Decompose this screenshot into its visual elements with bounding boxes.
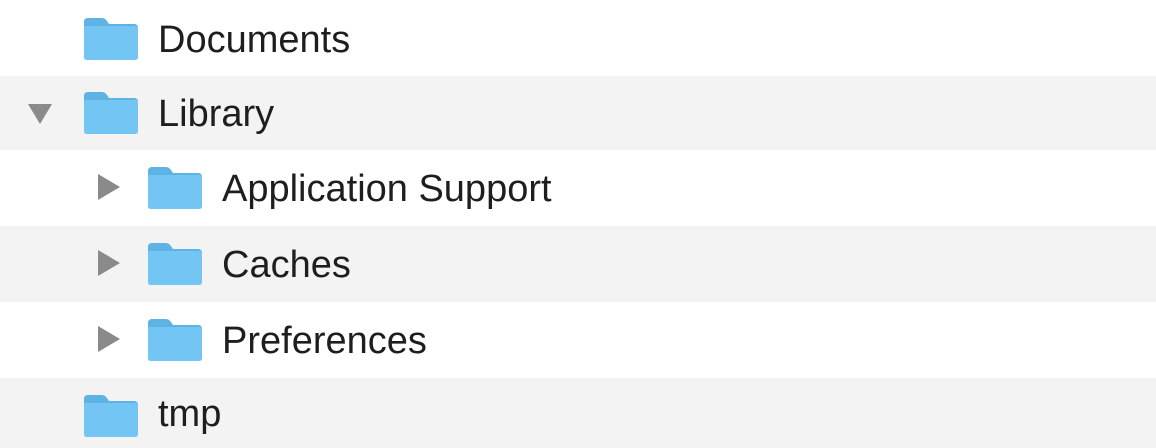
tree-row-preferences[interactable]: Preferences [0, 302, 1156, 378]
folder-icon [82, 393, 140, 439]
disclosure-triangle-right-icon[interactable] [98, 174, 120, 200]
tree-row-application-support[interactable]: Application Support [0, 150, 1156, 226]
tree-row-caches[interactable]: Caches [0, 226, 1156, 302]
folder-icon [146, 165, 204, 211]
folder-icon [146, 317, 204, 363]
tree-row-label: Caches [222, 244, 351, 286]
tree-row-library[interactable]: Library [0, 76, 1156, 150]
tree-row-label: Preferences [222, 320, 427, 362]
tree-row-tmp[interactable]: tmp [0, 378, 1156, 448]
folder-icon [82, 16, 140, 62]
disclosure-triangle-right-icon[interactable] [98, 326, 120, 352]
tree-row-documents[interactable]: Documents [0, 2, 1156, 76]
tree-row-label: tmp [158, 393, 222, 435]
disclosure-triangle-down-icon[interactable] [28, 104, 52, 124]
folder-icon [82, 90, 140, 136]
tree-row-label: Library [158, 93, 275, 135]
file-tree: Documents Library Application Support Ca… [0, 0, 1156, 448]
disclosure-triangle-right-icon[interactable] [98, 250, 120, 276]
tree-row-label: Documents [158, 19, 351, 61]
tree-row-label: Application Support [222, 168, 552, 210]
folder-icon [146, 241, 204, 287]
